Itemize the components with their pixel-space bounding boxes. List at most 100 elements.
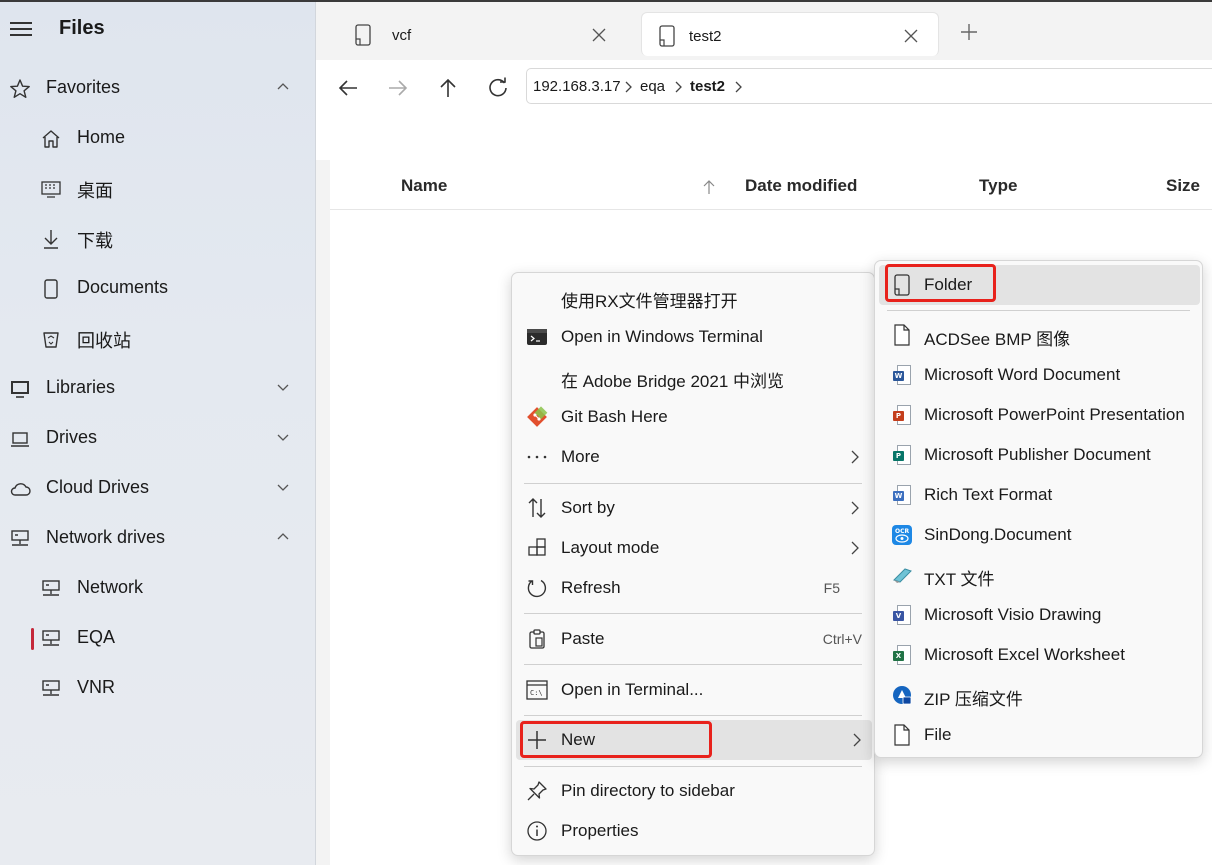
address-bar[interactable]: 192.168.3.17 eqa test2 — [526, 68, 1212, 104]
breadcrumb-item[interactable]: 192.168.3.17 — [533, 78, 621, 95]
svg-text:C:\: C:\ — [530, 689, 543, 697]
menu-item-label: 在 Adobe Bridge 2021 中浏览 — [561, 372, 785, 391]
breadcrumb-item[interactable]: eqa — [640, 78, 665, 95]
menu-item-label: ACDSee BMP 图像 — [924, 330, 1071, 349]
menu-item-layout-mode[interactable]: Layout mode — [516, 528, 870, 568]
shortcut-label: F5 — [823, 580, 840, 596]
arrow-up-icon — [440, 78, 456, 97]
menu-item-properties[interactable]: Properties — [516, 811, 870, 851]
menu-item-refresh[interactable]: Refresh F5 — [516, 568, 870, 608]
highlight-box-folder — [885, 264, 996, 302]
chevron-right-icon — [851, 541, 859, 555]
network-drive-icon — [40, 628, 62, 650]
sort-ascending-icon[interactable] — [702, 179, 716, 195]
up-button[interactable] — [434, 74, 462, 102]
menu-item-sort-by[interactable]: Sort by — [516, 488, 870, 528]
network-drive-icon — [9, 528, 31, 550]
sidebar-section-cloud-drives[interactable]: Cloud Drives — [0, 468, 316, 508]
add-tab-icon[interactable] — [960, 23, 978, 41]
sidebar-section-network-drives[interactable]: Network drives — [0, 518, 316, 558]
layout-icon — [526, 537, 548, 559]
excel-icon: X — [891, 644, 913, 666]
chevron-down-icon[interactable] — [276, 430, 290, 444]
chevron-up-icon[interactable] — [276, 80, 290, 94]
submenu-item-visio[interactable]: V Microsoft Visio Drawing — [879, 595, 1200, 635]
sidebar-item-network[interactable]: Network — [0, 568, 316, 608]
column-header-size[interactable]: Size — [1166, 176, 1200, 196]
menu-item-label: Open in Windows Terminal — [561, 327, 763, 346]
menu-item-label: Layout mode — [561, 538, 660, 557]
column-header-type[interactable]: Type — [979, 176, 1017, 196]
chevron-up-icon[interactable] — [276, 530, 290, 544]
menu-separator — [524, 613, 862, 614]
menu-separator — [524, 664, 862, 665]
submenu-item-publisher[interactable]: P Microsoft Publisher Document — [879, 435, 1200, 475]
menu-separator — [524, 766, 862, 767]
menu-item-adobe-bridge[interactable]: 在 Adobe Bridge 2021 中浏览 — [516, 357, 870, 397]
svg-text:OCR: OCR — [895, 528, 910, 535]
tab-label: vcf — [392, 27, 412, 44]
sidebar-section-favorites[interactable]: Favorites — [0, 68, 316, 108]
sidebar-item-recycle-bin[interactable]: 回收站 — [0, 318, 316, 358]
submenu-item-word[interactable]: W Microsoft Word Document — [879, 355, 1200, 395]
recycle-bin-icon — [40, 328, 62, 350]
menu-item-git-bash[interactable]: Git Bash Here — [516, 397, 870, 437]
chevron-down-icon[interactable] — [276, 480, 290, 494]
document-icon — [355, 24, 371, 46]
tab-vcf[interactable]: vcf — [330, 12, 626, 56]
refresh-icon — [489, 77, 507, 97]
menu-item-open-terminal[interactable]: C:\ Open in Terminal... — [516, 670, 870, 710]
visio-icon: V — [891, 604, 913, 626]
cloud-icon — [9, 478, 31, 500]
column-header-name[interactable]: Name — [401, 176, 447, 196]
sidebar-item-eqa[interactable]: EQA — [0, 618, 316, 658]
forward-button[interactable] — [384, 74, 412, 102]
sidebar-item-documents[interactable]: Documents — [0, 268, 316, 308]
submenu-item-file[interactable]: File — [879, 715, 1200, 755]
menu-item-label: Rich Text Format — [924, 485, 1053, 504]
close-icon[interactable] — [592, 28, 606, 42]
chevron-down-icon[interactable] — [276, 380, 290, 394]
sidebar-section-label: Libraries — [46, 377, 116, 397]
submenu-item-rich-text[interactable]: W Rich Text Format — [879, 475, 1200, 515]
close-icon[interactable] — [904, 29, 918, 43]
sidebar-section-label: Favorites — [46, 77, 121, 97]
menu-item-pin-sidebar[interactable]: Pin directory to sidebar — [516, 771, 870, 811]
home-icon — [40, 128, 62, 150]
menu-item-open-windows-terminal[interactable]: Open in Windows Terminal — [516, 317, 870, 357]
submenu-item-excel[interactable]: X Microsoft Excel Worksheet — [879, 635, 1200, 675]
clipboard-icon — [526, 628, 548, 650]
sidebar-item-desktop[interactable]: 桌面 — [0, 168, 316, 208]
hamburger-menu-icon[interactable] — [10, 22, 34, 36]
new-submenu: Folder ACDSee BMP 图像 W Microsoft Word Do… — [874, 260, 1203, 758]
powerpoint-icon: P — [891, 404, 913, 426]
submenu-item-powerpoint[interactable]: P Microsoft PowerPoint Presentation — [879, 395, 1200, 435]
sidebar-section-drives[interactable]: Drives — [0, 418, 316, 458]
menu-item-label: Open in Terminal... — [561, 680, 704, 699]
menu-item-label: File — [924, 725, 952, 744]
column-header-date-modified[interactable]: Date modified — [745, 176, 857, 196]
sidebar-item-downloads[interactable]: 下载 — [0, 218, 316, 258]
sidebar-section-libraries[interactable]: Libraries — [0, 368, 316, 408]
sidebar-item-label: Network — [77, 577, 144, 597]
menu-item-paste[interactable]: Paste Ctrl+V — [516, 619, 870, 659]
network-drive-icon — [40, 578, 62, 600]
sidebar-item-home[interactable]: Home — [0, 118, 316, 158]
menu-item-label: SinDong.Document — [924, 525, 1072, 544]
refresh-button[interactable] — [484, 74, 512, 102]
sidebar-item-vnr[interactable]: VNR — [0, 668, 316, 708]
menu-item-open-rx[interactable]: 使用RX文件管理器打开 — [516, 277, 870, 317]
breadcrumb-item-current[interactable]: test2 — [690, 78, 725, 95]
submenu-item-zip[interactable]: ZIP 压缩文件 — [879, 675, 1200, 715]
chevron-right-icon — [675, 81, 682, 93]
desktop-icon — [40, 178, 62, 200]
submenu-item-acdsee-bmp[interactable]: ACDSee BMP 图像 — [879, 315, 1200, 355]
blank-file-icon — [891, 724, 913, 746]
submenu-item-sindong[interactable]: OCR SinDong.Document — [879, 515, 1200, 555]
menu-item-more[interactable]: More — [516, 437, 870, 477]
tab-test2[interactable]: test2 — [641, 12, 939, 56]
back-button[interactable] — [334, 74, 362, 102]
toolbar: 192.168.3.17 eqa test2 — [316, 60, 1212, 160]
submenu-item-txt[interactable]: TXT 文件 — [879, 555, 1200, 595]
menu-separator — [524, 483, 862, 484]
